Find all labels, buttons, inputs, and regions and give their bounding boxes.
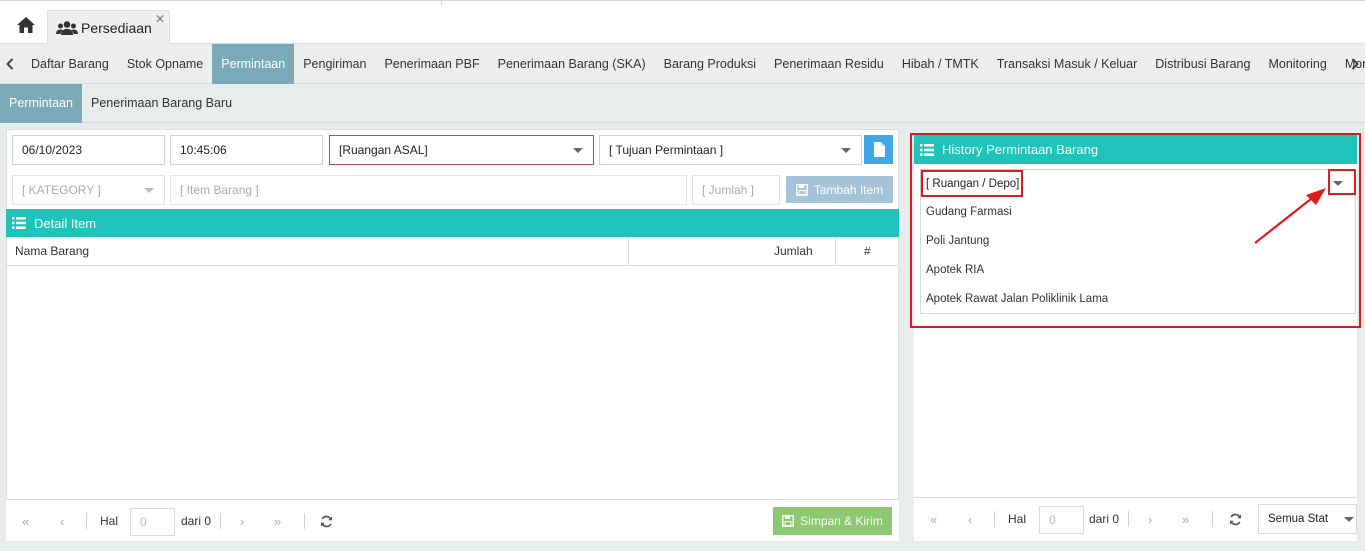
file-icon — [873, 142, 885, 157]
right-pager: « ‹ Hal 0 dari 0 › » Semua Stat — [914, 497, 1357, 539]
nav-tab-barang-produksi[interactable]: Barang Produksi — [655, 44, 765, 84]
left-pager: « ‹ Hal 0 dari 0 › » — [6, 499, 899, 541]
tambah-item-label: Tambah Item — [813, 182, 884, 197]
nav-tab-penerimaan-residu[interactable]: Penerimaan Residu — [765, 44, 893, 84]
tujuan-permintaan-value: [ Tujuan Permintaan ] — [609, 143, 724, 157]
category-select[interactable]: [ KATEGORY ] — [12, 175, 165, 205]
simpan-kirim-button[interactable]: Simpan & Kirim — [773, 507, 892, 535]
main-nav: Daftar Barang Stok Opname Permintaan Pengir… — [0, 44, 1365, 84]
next-page-icon[interactable]: › — [1148, 498, 1152, 540]
highlight-box-placeholder — [921, 170, 1023, 197]
new-document-button[interactable] — [864, 135, 893, 164]
ruangan-asal-select[interactable]: [Ruangan ASAL] — [329, 135, 594, 165]
save-icon — [782, 515, 795, 527]
status-filter-select[interactable]: Semua Stat — [1258, 504, 1357, 534]
page-number-input[interactable]: 0 — [130, 508, 175, 536]
chevron-right-icon[interactable] — [1345, 44, 1365, 84]
nav-tab-stok-opname[interactable]: Stok Opname — [118, 44, 212, 84]
hal-label: Hal — [1008, 512, 1027, 526]
main-nav-list: Daftar Barang Stok Opname Permintaan Pengir… — [22, 44, 1365, 84]
last-page-icon[interactable]: » — [274, 500, 281, 542]
home-icon[interactable] — [10, 12, 42, 38]
col-jumlah: Jumlah — [774, 244, 813, 258]
page-total-label: dari 0 — [181, 514, 212, 528]
window-tab-bar: Persediaan ✕ — [0, 0, 1365, 44]
detail-item-title: Detail Item — [34, 215, 97, 231]
col-nama-barang: Nama Barang — [15, 244, 90, 258]
close-icon[interactable]: ✕ — [155, 12, 165, 26]
prev-page-icon[interactable]: ‹ — [968, 498, 972, 540]
nav-tab-penerimaan-pbf[interactable]: Penerimaan PBF — [375, 44, 488, 84]
page-total-label: dari 0 — [1089, 512, 1120, 526]
page-number-input[interactable]: 0 — [1039, 506, 1084, 534]
simpan-kirim-label: Simpan & Kirim — [800, 514, 883, 528]
caret-down-icon — [1344, 517, 1354, 522]
nav-tab-hibah-tmtk[interactable]: Hibah / TMTK — [893, 44, 988, 84]
app-tab-label: Persediaan — [81, 19, 152, 36]
time-input[interactable]: 10:45:06 — [170, 135, 323, 165]
prev-page-icon[interactable]: ‹ — [60, 500, 64, 542]
save-icon — [795, 183, 808, 196]
nav-tab-monitoring[interactable]: Monitoring — [1259, 44, 1335, 84]
category-placeholder: [ KATEGORY ] — [22, 183, 101, 197]
tambah-item-button[interactable]: Tambah Item — [786, 176, 893, 203]
top-border — [0, 0, 1365, 5]
tujuan-permintaan-select[interactable]: [ Tujuan Permintaan ] — [599, 135, 862, 165]
date-input[interactable]: 06/10/2023 — [12, 135, 165, 165]
nav-tab-permintaan[interactable]: Permintaan — [212, 44, 295, 84]
caret-down-icon — [144, 188, 154, 193]
chevron-left-icon[interactable] — [0, 44, 20, 84]
sub-nav: Permintaan Penerimaan Barang Baru — [0, 84, 1365, 123]
nav-tab-penerimaan-barang-ska[interactable]: Penerimaan Barang (SKA) — [489, 44, 655, 84]
nav-tab-pengiriman[interactable]: Pengiriman — [294, 44, 375, 84]
subtab-penerimaan-barang-baru[interactable]: Penerimaan Barang Baru — [91, 84, 232, 123]
app-tab-persediaan[interactable]: Persediaan ✕ — [47, 10, 170, 44]
hal-label: Hal — [100, 514, 119, 528]
highlight-box-caret — [1328, 169, 1356, 195]
detail-table-header: Nama Barang Jumlah # — [6, 237, 899, 266]
refresh-icon[interactable] — [320, 500, 333, 542]
caret-down-icon — [841, 148, 851, 153]
annotation-arrow-icon — [1254, 188, 1326, 244]
detail-item-header: Detail Item — [6, 209, 899, 237]
status-filter-value: Semua Stat — [1268, 513, 1329, 525]
nav-tab-distribusi-barang[interactable]: Distribusi Barang — [1146, 44, 1259, 84]
subtab-permintaan[interactable]: Permintaan — [0, 84, 82, 123]
users-icon — [56, 20, 78, 35]
ruangan-asal-value: [Ruangan ASAL] — [339, 143, 428, 157]
list-icon — [12, 217, 26, 229]
next-page-icon[interactable]: › — [240, 500, 244, 542]
nav-tab-transaksi-masuk-keluar[interactable]: Transaksi Masuk / Keluar — [988, 44, 1147, 84]
item-barang-input[interactable]: [ Item Barang ] — [170, 175, 687, 205]
jumlah-input[interactable]: [ Jumlah ] — [692, 175, 780, 205]
first-page-icon[interactable]: « — [22, 500, 29, 542]
last-page-icon[interactable]: » — [1182, 498, 1189, 540]
first-page-icon[interactable]: « — [930, 498, 937, 540]
col-action: # — [864, 244, 871, 258]
nav-tab-daftar-barang[interactable]: Daftar Barang — [22, 44, 118, 84]
refresh-icon[interactable] — [1229, 498, 1242, 540]
caret-down-icon — [573, 148, 583, 153]
